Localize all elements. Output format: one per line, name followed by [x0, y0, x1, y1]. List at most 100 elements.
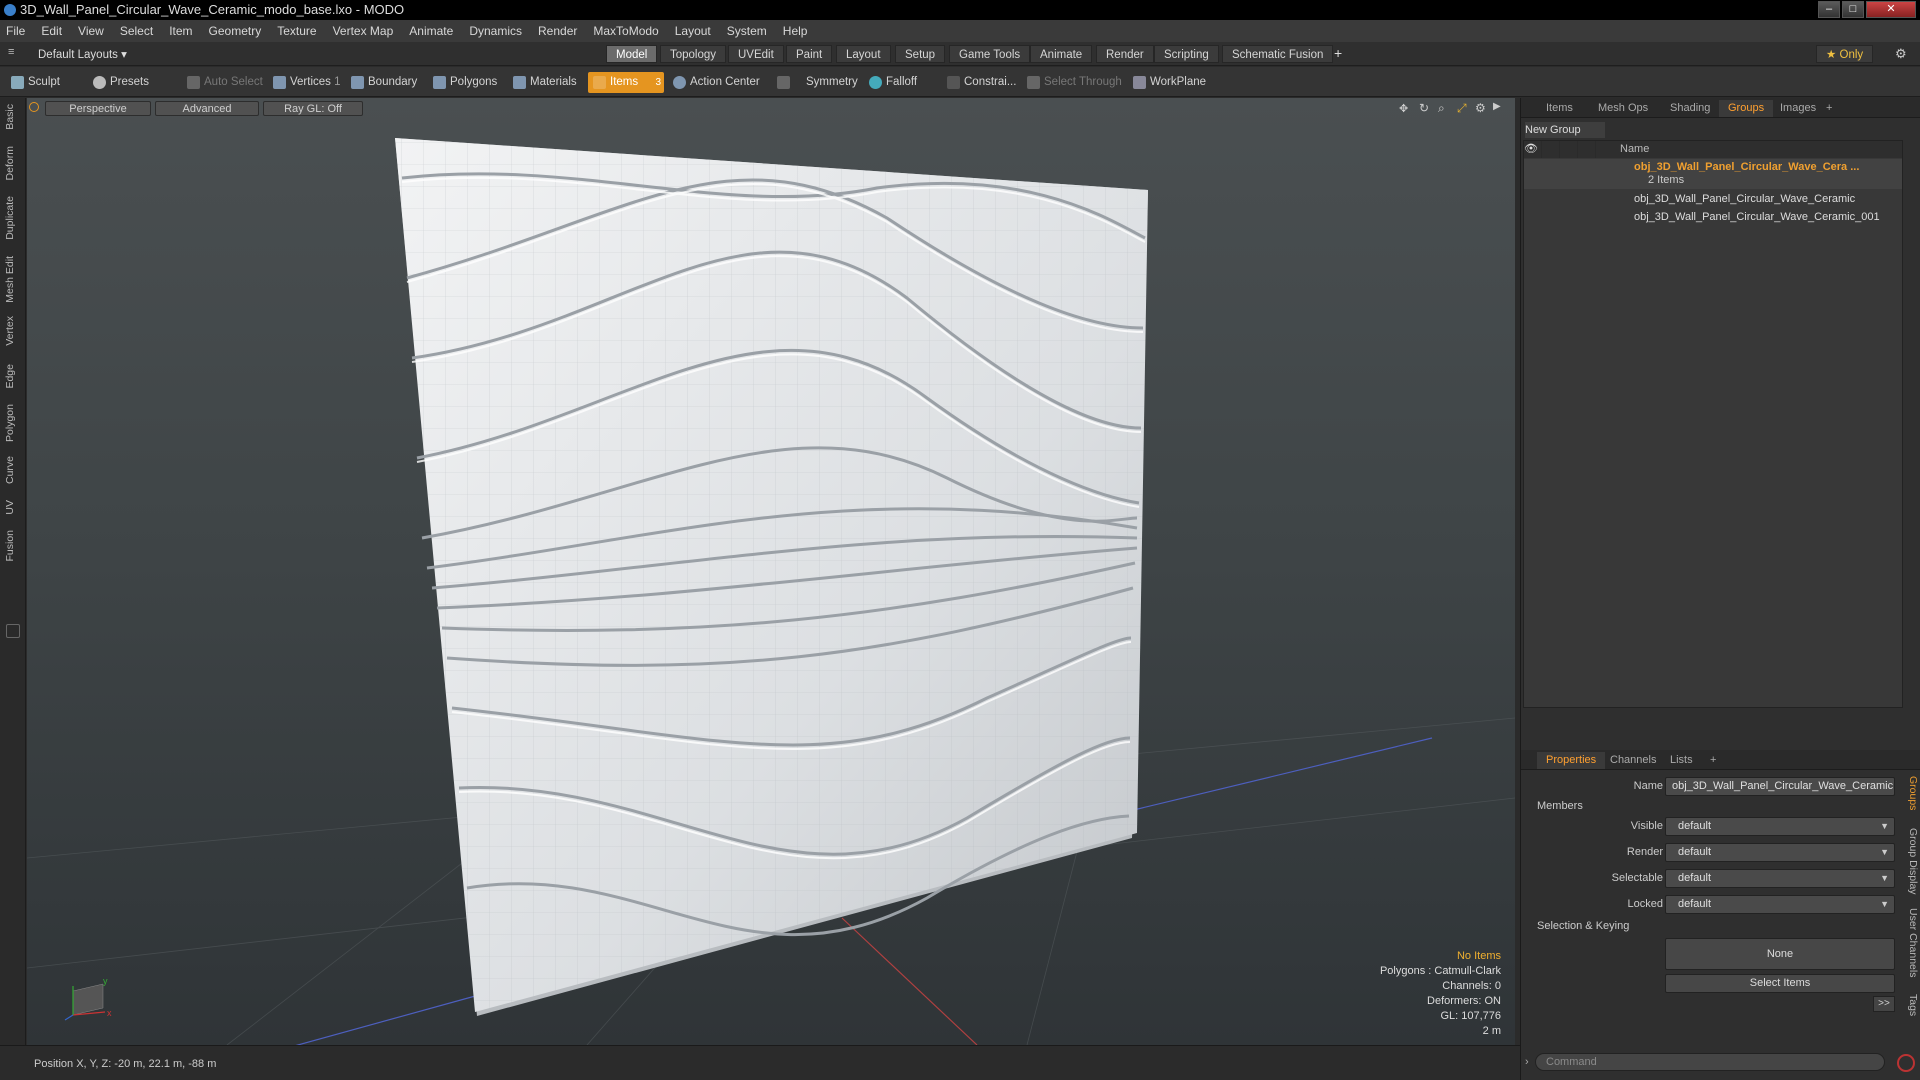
tab-channels[interactable]: Channels [1601, 752, 1665, 769]
menu-view[interactable]: View [78, 24, 104, 38]
selectable-dropdown[interactable]: default ▼ [1665, 869, 1895, 888]
sculpt-button[interactable]: Sculpt [6, 72, 67, 93]
only-toggle[interactable]: ★ Only [1816, 45, 1874, 63]
selectable-value: default [1678, 872, 1712, 884]
tab-curve[interactable]: Curve [4, 456, 20, 484]
symmetry-button[interactable]: Symmetry [772, 72, 865, 93]
more-button[interactable]: >> [1873, 996, 1895, 1012]
menu-edit[interactable]: Edit [41, 24, 62, 38]
tab-setup[interactable]: Setup [895, 45, 946, 63]
tab-duplicate[interactable]: Duplicate [4, 196, 20, 240]
add-props-tab[interactable]: + [1701, 752, 1725, 769]
record-icon[interactable] [1897, 1054, 1915, 1072]
tab-lists[interactable]: Lists [1661, 752, 1702, 769]
items-button[interactable]: Items 3 [588, 72, 664, 93]
side-tab-tags[interactable]: Tags [1903, 994, 1919, 1016]
menu-render[interactable]: Render [538, 24, 577, 38]
tab-topology[interactable]: Topology [660, 45, 727, 63]
layout-menu-icon[interactable]: ≡ [8, 46, 14, 58]
boundary-button[interactable]: Boundary [346, 72, 424, 93]
none-button[interactable]: None [1665, 938, 1895, 970]
perspective-button[interactable]: Perspective [45, 101, 151, 116]
default-layouts-dropdown[interactable]: Default Layouts ▾ [38, 47, 127, 61]
tab-items[interactable]: Items [1537, 100, 1582, 117]
tab-properties[interactable]: Properties [1537, 752, 1606, 769]
menu-texture[interactable]: Texture [277, 24, 316, 38]
tab-uv[interactable]: UV [4, 500, 20, 515]
list-item[interactable]: obj_3D_Wall_Panel_Circular_Wave_Ceramic [1524, 191, 1902, 208]
tab-shading[interactable]: Shading [1661, 100, 1719, 117]
tab-game-tools[interactable]: Game Tools [949, 45, 1031, 63]
vertices-button[interactable]: Vertices 1 [268, 72, 348, 93]
viewport-expand-icon[interactable]: ▶ [1493, 101, 1501, 112]
add-panel-tab[interactable]: + [1817, 100, 1841, 117]
tab-model[interactable]: Model [606, 45, 658, 63]
group-row[interactable]: obj_3D_Wall_Panel_Circular_Wave_Cera ...… [1524, 159, 1902, 189]
side-tab-user-channels[interactable]: User Channels [1903, 908, 1919, 977]
menu-item[interactable]: Item [169, 24, 192, 38]
tab-polygon[interactable]: Polygon [4, 404, 20, 442]
members-section[interactable]: Members [1537, 800, 1583, 812]
tab-mesh-edit[interactable]: Mesh Edit [4, 256, 20, 303]
list-item[interactable]: obj_3D_Wall_Panel_Circular_Wave_Ceramic_… [1524, 209, 1902, 226]
tab-basic[interactable]: Basic [4, 104, 20, 130]
select-items-button[interactable]: Select Items [1665, 974, 1895, 993]
command-input[interactable]: Command [1535, 1053, 1885, 1071]
polygons-button[interactable]: Polygons [428, 72, 504, 93]
tab-animate[interactable]: Animate [1030, 45, 1093, 63]
menu-vertex-map[interactable]: Vertex Map [333, 24, 394, 38]
fit-icon[interactable]: ⤢ [1457, 101, 1467, 116]
menu-layout[interactable]: Layout [675, 24, 711, 38]
tab-schematic-fusion[interactable]: Schematic Fusion [1222, 45, 1334, 63]
tab-deform[interactable]: Deform [4, 146, 20, 180]
menu-maxtomodo[interactable]: MaxToModo [593, 24, 658, 38]
menu-system[interactable]: System [727, 24, 767, 38]
name-field[interactable]: obj_3D_Wall_Panel_Circular_Wave_Ceramic … [1665, 777, 1895, 796]
selection-keying-section[interactable]: Selection & Keying [1537, 920, 1629, 932]
zoom-icon[interactable]: ⌕ [1438, 101, 1445, 116]
menu-help[interactable]: Help [783, 24, 808, 38]
new-group-button[interactable]: New Group [1525, 122, 1605, 138]
auto-select-button[interactable]: Auto Select [182, 72, 270, 93]
pan-icon[interactable]: ✥ [1399, 102, 1408, 115]
3d-viewport[interactable]: x y Perspective Advanced Ray GL: Off ✥ ↻… [27, 98, 1515, 1045]
workplane-button[interactable]: WorkPlane [1128, 72, 1213, 93]
tab-uvedit[interactable]: UVEdit [728, 45, 784, 63]
expand-toggle-icon[interactable] [6, 624, 20, 638]
menu-select[interactable]: Select [120, 24, 153, 38]
tab-layout[interactable]: Layout [836, 45, 891, 63]
locked-dropdown[interactable]: default ▼ [1665, 895, 1895, 914]
side-tab-groups[interactable]: Groups [1903, 776, 1919, 810]
menu-dynamics[interactable]: Dynamics [469, 24, 522, 38]
visible-dropdown[interactable]: default ▼ [1665, 817, 1895, 836]
render-dropdown[interactable]: default ▼ [1665, 843, 1895, 862]
menu-animate[interactable]: Animate [409, 24, 453, 38]
presets-button[interactable]: Presets [88, 72, 156, 93]
add-tab-button[interactable]: + [1334, 45, 1342, 61]
maximize-button[interactable]: □ [1842, 1, 1864, 18]
advanced-button[interactable]: Advanced [155, 101, 259, 116]
select-through-button[interactable]: Select Through [1022, 72, 1129, 93]
tab-paint[interactable]: Paint [786, 45, 833, 63]
tab-edge[interactable]: Edge [4, 364, 20, 389]
rotate-icon[interactable]: ↻ [1419, 101, 1429, 115]
action-center-button[interactable]: Action Center [668, 72, 767, 93]
tab-vertex[interactable]: Vertex [4, 316, 20, 346]
menu-file[interactable]: File [6, 24, 25, 38]
side-tab-group-display[interactable]: Group Display [1903, 828, 1919, 895]
constraints-button[interactable]: Constrai... [942, 72, 1023, 93]
tab-mesh-ops[interactable]: Mesh Ops [1589, 100, 1657, 117]
viewport-settings-icon[interactable]: ⚙ [1475, 101, 1486, 115]
tab-fusion[interactable]: Fusion [4, 530, 20, 562]
falloff-button[interactable]: Falloff [864, 72, 924, 93]
viewport-menu-icon[interactable] [29, 102, 39, 112]
close-button[interactable]: ✕ [1866, 1, 1916, 18]
gear-icon[interactable]: ⚙ [1895, 46, 1907, 62]
menu-geometry[interactable]: Geometry [209, 24, 262, 38]
tab-scripting[interactable]: Scripting [1154, 45, 1219, 63]
materials-button[interactable]: Materials [508, 72, 584, 93]
tab-render[interactable]: Render [1096, 45, 1154, 63]
raygl-button[interactable]: Ray GL: Off [263, 101, 363, 116]
minimize-button[interactable]: – [1818, 1, 1840, 18]
tab-groups[interactable]: Groups [1719, 100, 1774, 117]
